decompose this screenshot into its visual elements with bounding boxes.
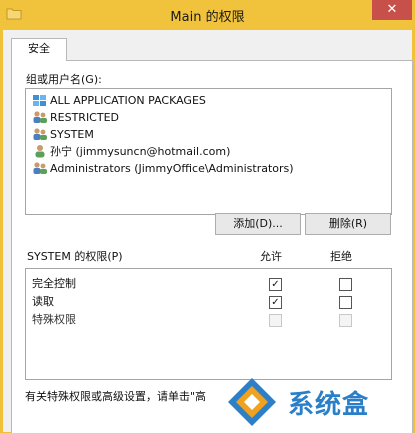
permissions-list: 完全控制 读取 特殊权限 ✓ ✓ [25,268,392,380]
groups-label: 组或用户名(G): [26,73,102,86]
list-item[interactable]: SYSTEM [32,126,94,143]
list-item-label: SYSTEM [50,128,94,141]
tab-security[interactable]: 安全 [11,38,67,61]
allow-header: 允许 [260,250,282,263]
watermark-logo: 系统盒 [220,372,415,432]
permission-row-special: 特殊权限 [32,313,76,326]
groups-listbox[interactable]: ALL APPLICATION PACKAGES RESTRICTED SYST… [25,88,392,215]
list-item-label: 孙宁 (jimmysuncn@hotmail.com) [50,145,231,158]
users-group-icon [33,128,47,140]
watermark-text: 系统盒 [288,390,370,420]
package-group-icon [33,95,46,106]
permissions-label: SYSTEM 的权限(P) [27,250,123,263]
list-item[interactable]: RESTRICTED [32,109,119,126]
allow-full-control-checkbox[interactable]: ✓ [269,278,282,291]
deny-full-control-checkbox[interactable] [339,278,352,291]
users-group-icon [33,111,47,123]
title-bar: Main 的权限 ✕ [0,0,415,30]
deny-header: 拒绝 [330,250,352,263]
list-item-label: ALL APPLICATION PACKAGES [50,94,206,107]
allow-read-checkbox[interactable]: ✓ [269,296,282,309]
deny-read-checkbox[interactable] [339,296,352,309]
list-item-label: RESTRICTED [50,111,120,124]
window-title: Main 的权限 [170,10,245,25]
list-item-label: Administrators (JimmyOffice\Administrato… [50,162,294,175]
advanced-hint-text: 有关特殊权限或高级设置，请单击"高 [25,390,207,403]
list-item[interactable]: Administrators (JimmyOffice\Administrato… [32,160,294,177]
add-button[interactable]: 添加(D)... [215,213,301,235]
list-item[interactable]: ALL APPLICATION PACKAGES [32,92,206,109]
permission-row-read: 读取 [32,295,54,308]
user-icon [35,145,45,158]
remove-button[interactable]: 删除(R) [305,213,391,235]
list-item[interactable]: 孙宁 (jimmysuncn@hotmail.com) [32,143,230,160]
watermark-emblem-icon [228,378,276,426]
allow-special-checkbox [269,314,282,327]
close-button[interactable]: ✕ [372,0,412,20]
permission-row-full-control: 完全控制 [32,277,76,290]
users-group-icon [33,162,47,174]
deny-special-checkbox [339,314,352,327]
